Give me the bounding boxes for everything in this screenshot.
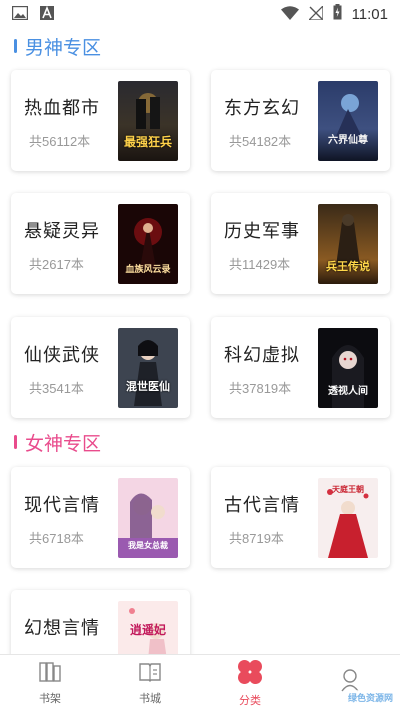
category-name: 历史军事 <box>224 221 300 242</box>
cover-title-text: 天庭王朝 <box>332 485 364 494</box>
site-watermark: 绿色资源网 <box>344 690 396 705</box>
category-card-history-military[interactable]: 历史军事 共11429本 兵王传说 <box>211 193 390 294</box>
category-name: 科幻虚拟 <box>224 345 300 366</box>
no-signal-icon <box>306 3 324 24</box>
book-cover-image: 兵王传说 <box>318 204 378 284</box>
cover-title-text: 最强狂兵 <box>123 135 172 149</box>
book-cover-image: 我是女总裁 <box>118 478 178 558</box>
nav-bookstore[interactable]: 书城 <box>100 655 200 711</box>
nav-label: 书城 <box>139 691 161 705</box>
category-card-scifi[interactable]: 科幻虚拟 共37819本 透视人间 <box>211 317 390 418</box>
category-name: 仙侠武侠 <box>24 345 100 366</box>
bottom-navigation: 书架 书城 分类 <box>0 654 400 711</box>
book-cover-image: 最强狂兵 <box>118 81 178 161</box>
category-name: 幻想言情 <box>24 618 100 639</box>
cover-title-text: 混世医仙 <box>126 380 170 393</box>
category-card-urban[interactable]: 热血都市 共56112本 最强狂兵 <box>11 70 190 171</box>
book-cover-image: 血族风云录 <box>118 204 178 284</box>
category-icon <box>237 659 263 689</box>
nav-label: 书架 <box>39 691 61 705</box>
category-count: 共37819本 <box>229 381 292 396</box>
book-cover-image: 天庭王朝 <box>318 478 378 558</box>
category-name: 东方玄幻 <box>224 98 300 119</box>
cover-title-text: 逍遥妃 <box>129 623 166 637</box>
category-card-ancient-romance[interactable]: 古代言情 共8719本 天庭王朝 <box>211 467 390 568</box>
section-header-male: 男神专区 <box>14 33 101 59</box>
bookstore-icon <box>138 661 162 687</box>
category-count: 共54182本 <box>229 134 292 149</box>
section-title: 女神专区 <box>25 432 102 455</box>
category-name: 热血都市 <box>24 98 100 119</box>
section-accent-bar <box>14 435 17 449</box>
category-card-xianxia-wuxia[interactable]: 仙侠武侠 共3541本 混世医仙 <box>11 317 190 418</box>
wifi-icon <box>280 5 299 24</box>
category-name: 悬疑灵异 <box>24 221 100 242</box>
book-cover-image: 混世医仙 <box>118 328 178 408</box>
category-card-eastern-fantasy[interactable]: 东方玄幻 共54182本 六界仙尊 <box>211 70 390 171</box>
cover-title-text: 我是女总裁 <box>128 541 168 550</box>
font-notification-icon <box>40 5 54 24</box>
cover-title-text: 血族风云录 <box>125 265 171 275</box>
category-name: 现代言情 <box>24 495 100 516</box>
nav-bookshelf[interactable]: 书架 <box>0 655 100 711</box>
section-accent-bar <box>14 39 17 53</box>
category-count: 共8719本 <box>229 531 284 546</box>
category-card-suspense[interactable]: 悬疑灵异 共2617本 血族风云录 <box>11 193 190 294</box>
image-notification-icon <box>11 5 29 24</box>
section-header-female: 女神专区 <box>14 429 101 455</box>
nav-label: 分类 <box>239 693 261 707</box>
cover-title-text: 兵王传说 <box>326 260 370 273</box>
nav-category[interactable]: 分类 <box>200 655 300 711</box>
category-count: 共56112本 <box>29 134 91 149</box>
category-count: 共11429本 <box>229 257 291 272</box>
battery-charging-icon <box>333 4 342 24</box>
category-count: 共2617本 <box>29 257 84 272</box>
section-title: 男神专区 <box>25 36 102 59</box>
status-bar: 11:01 <box>0 0 400 28</box>
category-card-modern-romance[interactable]: 现代言情 共6718本 我是女总裁 <box>11 467 190 568</box>
cover-title-text: 六界仙尊 <box>328 135 368 146</box>
bookshelf-icon <box>38 661 62 687</box>
category-name: 古代言情 <box>224 495 300 516</box>
book-cover-image: 透视人间 <box>318 328 378 408</box>
book-cover-image: 六界仙尊 <box>318 81 378 161</box>
category-count: 共6718本 <box>29 531 84 546</box>
clock: 11:01 <box>351 5 388 23</box>
cover-title-text: 透视人间 <box>328 386 368 397</box>
category-count: 共3541本 <box>29 381 84 396</box>
